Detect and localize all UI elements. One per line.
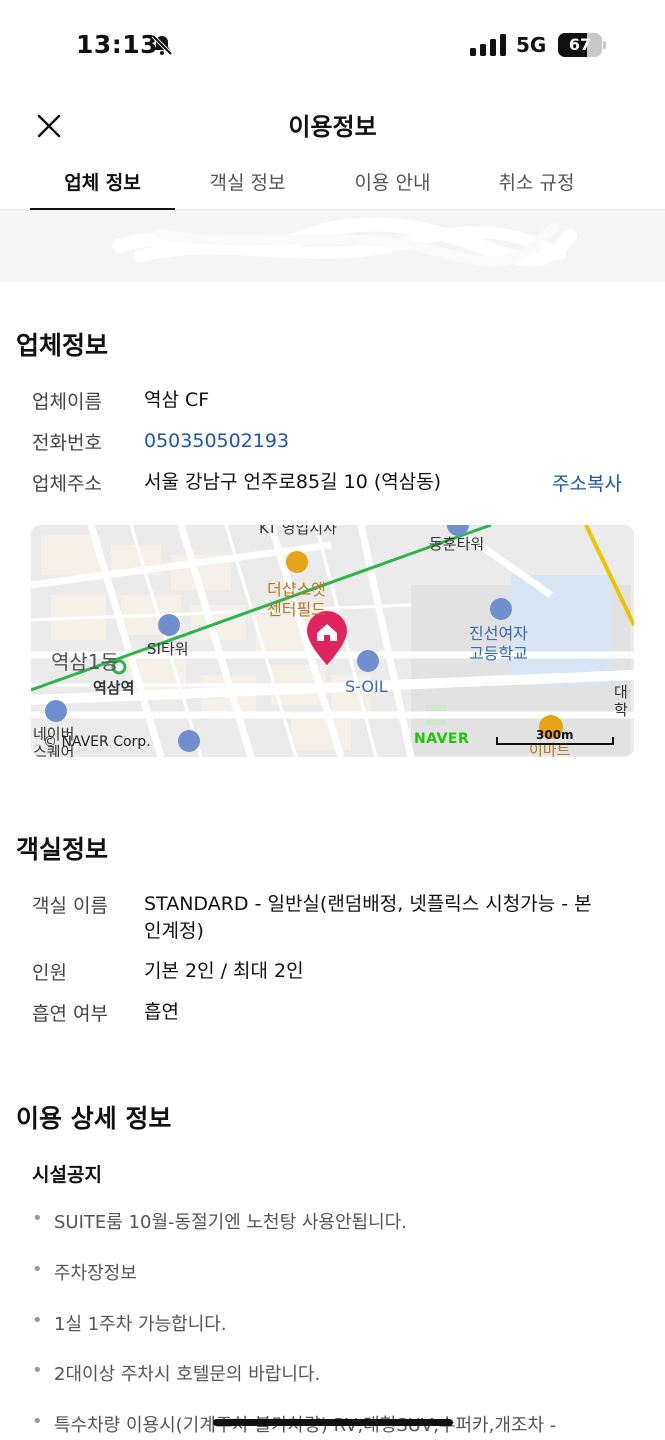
business-info-title: 업체정보 <box>16 331 109 360</box>
map-label-jinseon-1: 진선여자 <box>469 624 528 643</box>
business-name-value: 역삼 CF <box>144 389 210 411</box>
room-name-label: 객실 이름 <box>32 895 108 917</box>
tab-cancel-policy[interactable]: 취소 규정 <box>464 158 609 210</box>
capacity-label: 인원 <box>32 962 67 984</box>
home-indicator[interactable] <box>213 1419 453 1426</box>
naver-logo: NAVER <box>414 731 470 747</box>
tab-business-info[interactable]: 업체 정보 <box>30 158 175 211</box>
status-time: 13:13 <box>76 30 159 59</box>
phone-link[interactable]: 050350502193 <box>144 428 289 455</box>
map-label-donghun: 동훈타워 <box>429 535 485 553</box>
room-name-row: 객실 이름 STANDARD - 일반실(랜덤배정, 넷플릭스 시청가능 - 본… <box>32 891 632 947</box>
smoking-value: 흡연 <box>144 1001 179 1023</box>
page-title: 이용정보 <box>288 113 377 141</box>
map-scale-label: 300m <box>536 728 574 742</box>
map-label-center: 센터필드 <box>267 600 326 619</box>
map-label-si: SI타워 <box>147 640 189 658</box>
room-info-title: 객실정보 <box>16 835 109 864</box>
status-bar: 13:13 5G 67 <box>0 0 665 90</box>
room-name-value-line1: STANDARD - 일반실(랜덤배정, 넷플릭스 시청가능 - 본 <box>144 893 592 915</box>
tab-usage-guide[interactable]: 이용 안내 <box>320 158 465 210</box>
battery-icon: 67 <box>558 33 606 57</box>
map-label-station: 역삼역 <box>93 679 135 697</box>
map-label-theshop: 더샵스앳 <box>267 580 326 599</box>
address-value: 서울 강남구 언주로85길 10 (역삼동) <box>144 471 442 493</box>
location-map[interactable]: KT 영업지사 동훈타워 더샵스앳 센터필드 SI타워 진선여자 고등학교 역삼… <box>31 525 634 757</box>
copy-address-button[interactable]: 주소복사 <box>552 469 622 496</box>
bell-slash-icon <box>151 34 173 56</box>
battery-level: 67 <box>568 35 592 54</box>
business-name-label: 업체이름 <box>32 391 102 413</box>
map-label-kt: KT 영업지사 <box>259 525 337 537</box>
map-copyright: © NAVER Corp. <box>43 734 151 750</box>
network-label: 5G <box>516 33 547 57</box>
notice-banner <box>0 210 665 282</box>
map-label-soil: S-OIL <box>345 677 388 696</box>
signal-icon <box>470 34 506 56</box>
map-label-station-area: 역삼1동 <box>51 650 119 674</box>
facility-notice-title: 시설공지 <box>32 1164 102 1186</box>
capacity-value: 기본 2인 / 최대 2인 <box>144 960 304 982</box>
map-label-daehak: 대학 <box>614 683 628 719</box>
map-canvas <box>31 525 634 757</box>
detail-title: 이용 상세 정보 <box>16 1104 172 1133</box>
redaction-scribble <box>113 217 577 267</box>
header: 이용정보 <box>0 95 665 155</box>
room-name-value-line2: 인계정) <box>144 920 204 942</box>
phone-label: 전화번호 <box>32 432 102 454</box>
tab-bar: 업체 정보 객실 정보 이용 안내 취소 규정 <box>0 158 665 211</box>
smoking-label: 흡연 여부 <box>32 1003 108 1025</box>
address-label: 업체주소 <box>32 473 102 495</box>
tab-room-info[interactable]: 객실 정보 <box>175 158 320 210</box>
map-label-jinseon-2: 고등학교 <box>469 644 528 663</box>
